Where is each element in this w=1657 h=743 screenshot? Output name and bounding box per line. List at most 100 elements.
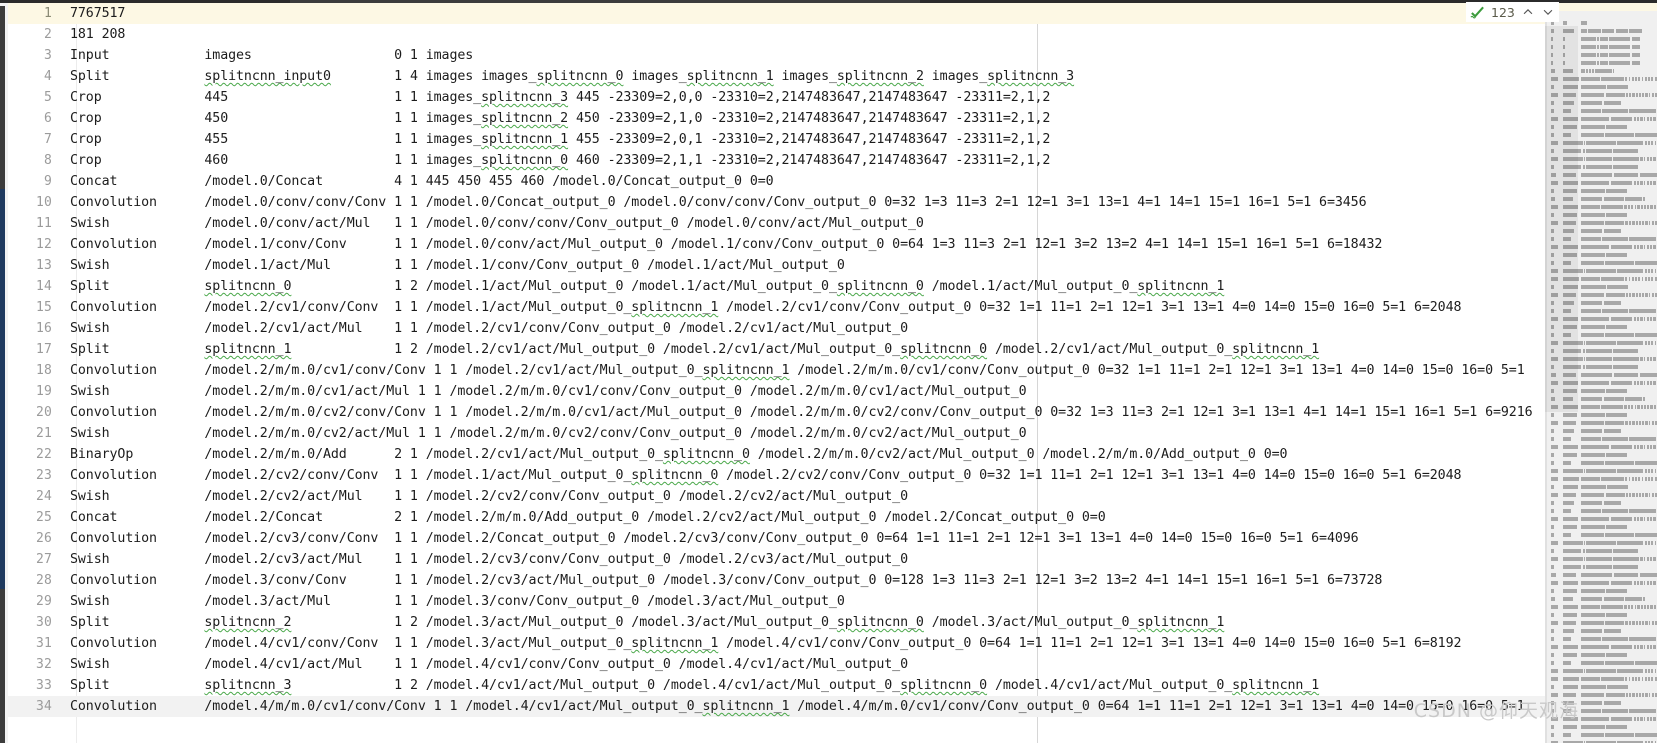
code-text[interactable]: Split splitncnn_0 1 2 /model.1/act/Mul_o… bbox=[70, 276, 1224, 297]
code-text[interactable]: Swish /model.2/m/m.0/cv2/act/Mul 1 1 /mo… bbox=[70, 423, 1027, 444]
code-line[interactable]: 19 Swish /model.2/m/m.0/cv1/act/Mul 1 1 /… bbox=[8, 381, 1545, 402]
code-text[interactable]: Convolution /model.2/m/m.0/cv2/conv/Conv… bbox=[70, 402, 1533, 423]
line-number[interactable]: 32 bbox=[8, 654, 66, 675]
code-lines-container[interactable]: 1 7767517 2 181 208 3 Input images 0 1 images… bbox=[8, 3, 1545, 717]
line-number[interactable]: 31 bbox=[8, 633, 66, 654]
line-number[interactable]: 19 bbox=[8, 381, 66, 402]
code-line[interactable]: 7 Crop 455 1 1 images_splitncnn_1 455 -23… bbox=[8, 129, 1545, 150]
line-number[interactable]: 21 bbox=[8, 423, 66, 444]
code-text[interactable]: Input images 0 1 images bbox=[70, 45, 473, 66]
code-line[interactable]: 31 Convolution /model.4/cv1/conv/Conv 1 1… bbox=[8, 633, 1545, 654]
code-line[interactable]: 20 Convolution /model.2/m/m.0/cv2/conv/Co… bbox=[8, 402, 1545, 423]
line-number[interactable]: 26 bbox=[8, 528, 66, 549]
code-text[interactable]: Crop 460 1 1 images_splitncnn_0 460 -233… bbox=[70, 150, 1050, 171]
line-number[interactable]: 4 bbox=[8, 66, 66, 87]
line-number[interactable]: 3 bbox=[8, 45, 66, 66]
code-text[interactable]: Swish /model.2/cv1/act/Mul 1 1 /model.2/… bbox=[70, 318, 908, 339]
line-number[interactable]: 22 bbox=[8, 444, 66, 465]
code-line[interactable]: 18 Convolution /model.2/m/m.0/cv1/conv/Co… bbox=[8, 360, 1545, 381]
code-text[interactable]: Swish /model.4/cv1/act/Mul 1 1 /model.4/… bbox=[70, 654, 908, 675]
code-line[interactable]: 15 Convolution /model.2/cv1/conv/Conv 1 1… bbox=[8, 297, 1545, 318]
code-line[interactable]: 32 Swish /model.4/cv1/act/Mul 1 1 /model.… bbox=[8, 654, 1545, 675]
line-number[interactable]: 11 bbox=[8, 213, 66, 234]
code-line[interactable]: 5 Crop 445 1 1 images_splitncnn_3 445 -23… bbox=[8, 87, 1545, 108]
code-text[interactable]: Crop 455 1 1 images_splitncnn_1 455 -233… bbox=[70, 129, 1050, 150]
line-number[interactable]: 27 bbox=[8, 549, 66, 570]
code-line[interactable]: 27 Swish /model.2/cv3/act/Mul 1 1 /model.… bbox=[8, 549, 1545, 570]
line-number[interactable]: 29 bbox=[8, 591, 66, 612]
code-text[interactable]: Split splitncnn_1 1 2 /model.2/cv1/act/M… bbox=[70, 339, 1319, 360]
code-text[interactable]: BinaryOp /model.2/m/m.0/Add 2 1 /model.2… bbox=[70, 444, 1288, 465]
code-text[interactable]: 7767517 bbox=[70, 3, 125, 24]
code-line[interactable]: 8 Crop 460 1 1 images_splitncnn_0 460 -23… bbox=[8, 150, 1545, 171]
code-line[interactable]: 1 7767517 bbox=[8, 3, 1545, 24]
code-text[interactable]: Convolution /model.4/cv1/conv/Conv 1 1 /… bbox=[70, 633, 1461, 654]
code-line[interactable]: 14 Split splitncnn_0 1 2 /model.1/act/Mul… bbox=[8, 276, 1545, 297]
line-number[interactable]: 9 bbox=[8, 171, 66, 192]
code-line[interactable]: 23 Convolution /model.2/cv2/conv/Conv 1 1… bbox=[8, 465, 1545, 486]
code-line[interactable]: 12 Convolution /model.1/conv/Conv 1 1 /mo… bbox=[8, 234, 1545, 255]
code-text[interactable]: Convolution /model.2/m/m.0/cv1/conv/Conv… bbox=[70, 360, 1525, 381]
code-line[interactable]: 16 Swish /model.2/cv1/act/Mul 1 1 /model.… bbox=[8, 318, 1545, 339]
code-line[interactable]: 30 Split splitncnn_2 1 2 /model.3/act/Mul… bbox=[8, 612, 1545, 633]
code-text[interactable]: Convolution /model.2/cv2/conv/Conv 1 1 /… bbox=[70, 465, 1461, 486]
code-line[interactable]: 34 Convolution /model.4/m/m.0/cv1/conv/Co… bbox=[8, 696, 1545, 717]
activity-bar-selection-marker[interactable] bbox=[0, 189, 5, 589]
code-line[interactable]: 21 Swish /model.2/m/m.0/cv2/act/Mul 1 1 /… bbox=[8, 423, 1545, 444]
code-line[interactable]: 29 Swish /model.3/act/Mul 1 1 /model.3/co… bbox=[8, 591, 1545, 612]
code-text[interactable]: Swish /model.0/conv/act/Mul 1 1 /model.0… bbox=[70, 213, 924, 234]
line-number[interactable]: 13 bbox=[8, 255, 66, 276]
code-text[interactable]: Convolution /model.3/conv/Conv 1 1 /mode… bbox=[70, 570, 1382, 591]
line-number[interactable]: 34 bbox=[8, 696, 66, 717]
code-line[interactable]: 11 Swish /model.0/conv/act/Mul 1 1 /model… bbox=[8, 213, 1545, 234]
code-line[interactable]: 33 Split splitncnn_3 1 2 /model.4/cv1/act… bbox=[8, 675, 1545, 696]
line-number[interactable]: 8 bbox=[8, 150, 66, 171]
code-text[interactable]: Convolution /model.1/conv/Conv 1 1 /mode… bbox=[70, 234, 1382, 255]
code-text[interactable]: Convolution /model.0/conv/conv/Conv 1 1 … bbox=[70, 192, 1367, 213]
line-number[interactable]: 23 bbox=[8, 465, 66, 486]
code-text[interactable]: Split splitncnn_input0 1 4 images images… bbox=[70, 66, 1074, 87]
code-line[interactable]: 9 Concat /model.0/Concat 4 1 445 450 455 … bbox=[8, 171, 1545, 192]
line-number[interactable]: 14 bbox=[8, 276, 66, 297]
code-text[interactable]: Swish /model.2/cv2/act/Mul 1 1 /model.2/… bbox=[70, 486, 908, 507]
code-line[interactable]: 4 Split splitncnn_input0 1 4 images image… bbox=[8, 66, 1545, 87]
line-number[interactable]: 1 bbox=[8, 3, 66, 24]
code-text[interactable]: Split splitncnn_3 1 2 /model.4/cv1/act/M… bbox=[70, 675, 1319, 696]
code-text[interactable]: Crop 450 1 1 images_splitncnn_2 450 -233… bbox=[70, 108, 1050, 129]
code-line[interactable]: 28 Convolution /model.3/conv/Conv 1 1 /mo… bbox=[8, 570, 1545, 591]
line-number[interactable]: 20 bbox=[8, 402, 66, 423]
chevron-down-icon[interactable] bbox=[1541, 5, 1555, 19]
line-number[interactable]: 18 bbox=[8, 360, 66, 381]
code-text[interactable]: Convolution /model.4/m/m.0/cv1/conv/Conv… bbox=[70, 696, 1525, 717]
code-text[interactable]: Convolution /model.2/cv3/conv/Conv 1 1 /… bbox=[70, 528, 1359, 549]
code-text[interactable]: Swish /model.1/act/Mul 1 1 /model.1/conv… bbox=[70, 255, 845, 276]
line-number[interactable]: 12 bbox=[8, 234, 66, 255]
code-text[interactable]: Swish /model.3/act/Mul 1 1 /model.3/conv… bbox=[70, 591, 845, 612]
code-text[interactable]: Split splitncnn_2 1 2 /model.3/act/Mul_o… bbox=[70, 612, 1224, 633]
code-text[interactable]: Concat /model.0/Concat 4 1 445 450 455 4… bbox=[70, 171, 774, 192]
code-line[interactable]: 24 Swish /model.2/cv2/act/Mul 1 1 /model.… bbox=[8, 486, 1545, 507]
line-number[interactable]: 33 bbox=[8, 675, 66, 696]
editor-marker-navigation[interactable]: 123 bbox=[1466, 2, 1559, 22]
line-number[interactable]: 6 bbox=[8, 108, 66, 129]
line-number[interactable]: 5 bbox=[8, 87, 66, 108]
line-number[interactable]: 16 bbox=[8, 318, 66, 339]
line-number[interactable]: 2 bbox=[8, 24, 66, 45]
line-number[interactable]: 10 bbox=[8, 192, 66, 213]
code-text[interactable]: Swish /model.2/m/m.0/cv1/act/Mul 1 1 /mo… bbox=[70, 381, 1027, 402]
code-line[interactable]: 10 Convolution /model.0/conv/conv/Conv 1 … bbox=[8, 192, 1545, 213]
code-line[interactable]: 13 Swish /model.1/act/Mul 1 1 /model.1/co… bbox=[8, 255, 1545, 276]
code-text[interactable]: 181 208 bbox=[70, 24, 125, 45]
line-number[interactable]: 17 bbox=[8, 339, 66, 360]
code-line[interactable]: 26 Convolution /model.2/cv3/conv/Conv 1 1… bbox=[8, 528, 1545, 549]
code-line[interactable]: 22 BinaryOp /model.2/m/m.0/Add 2 1 /model… bbox=[8, 444, 1545, 465]
line-number[interactable]: 15 bbox=[8, 297, 66, 318]
chevron-up-icon[interactable] bbox=[1521, 5, 1535, 19]
line-number[interactable]: 30 bbox=[8, 612, 66, 633]
minimap[interactable] bbox=[1545, 3, 1657, 743]
code-line[interactable]: 3 Input images 0 1 images bbox=[8, 45, 1545, 66]
code-text[interactable]: Concat /model.2/Concat 2 1 /model.2/m/m.… bbox=[70, 507, 1106, 528]
line-number[interactable]: 25 bbox=[8, 507, 66, 528]
code-line[interactable]: 17 Split splitncnn_1 1 2 /model.2/cv1/act… bbox=[8, 339, 1545, 360]
code-text[interactable]: Swish /model.2/cv3/act/Mul 1 1 /model.2/… bbox=[70, 549, 908, 570]
